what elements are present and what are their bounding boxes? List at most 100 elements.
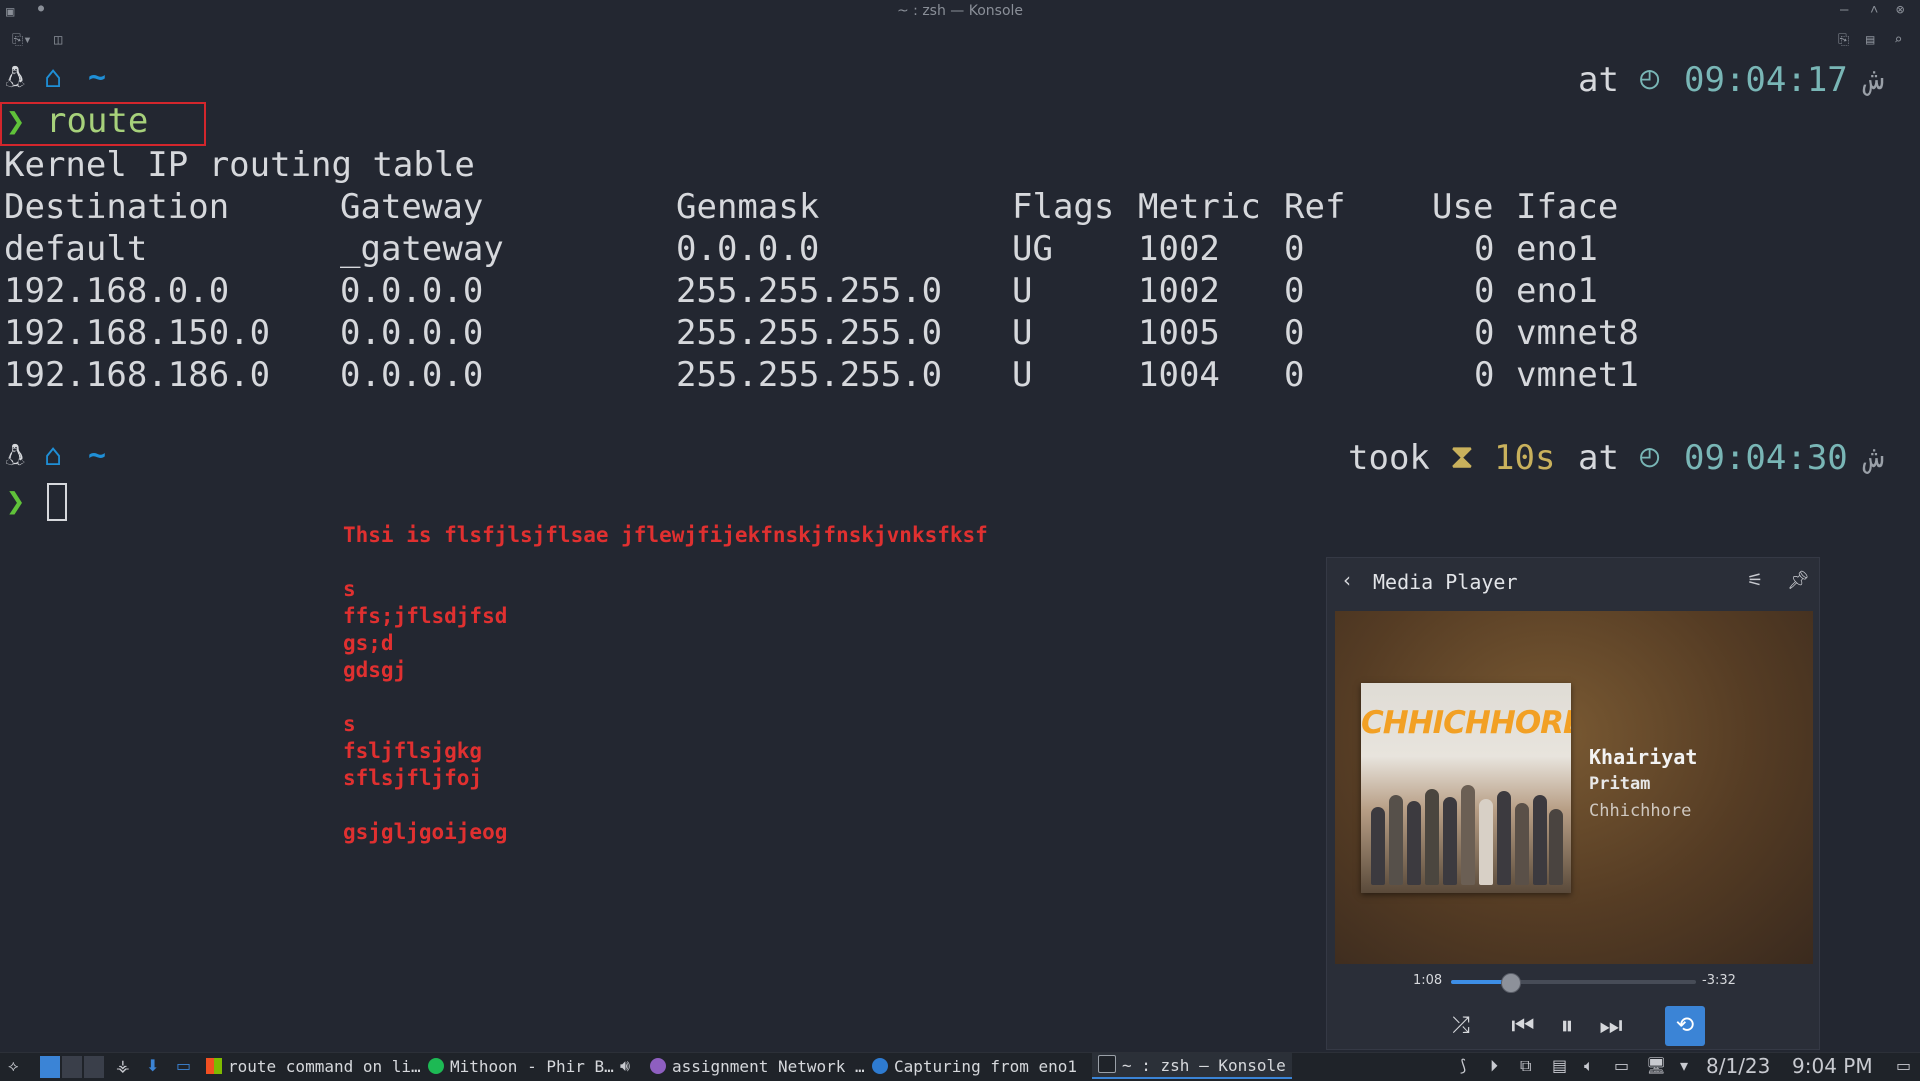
media-player-popup: ‹ Media Player ⚟ 📌︎ CHHICHHORE Khairiyat… xyxy=(1326,557,1820,1050)
header-use: Use xyxy=(1432,187,1494,227)
annotation-line: gs;d xyxy=(343,631,394,655)
annotation-line: s xyxy=(343,577,356,601)
header-destination: Destination xyxy=(4,187,230,227)
network-tool-icon[interactable]: ⚶ xyxy=(116,1056,130,1075)
show-desktop-icon[interactable]: ▭ xyxy=(1896,1056,1911,1075)
task-label: assignment Network … xyxy=(672,1057,865,1076)
cell-use: 0 xyxy=(1474,271,1495,311)
task-label: Mithoon - Phir B… xyxy=(450,1057,614,1076)
task-label: Capturing from eno1 xyxy=(894,1057,1078,1076)
copy-icon[interactable]: ⎘ xyxy=(1838,32,1849,48)
prompt-dir: ~ xyxy=(88,60,107,95)
paste-icon[interactable]: ▤ xyxy=(1866,32,1874,48)
cell-flags: U xyxy=(1012,313,1033,353)
virtual-desktop-2[interactable] xyxy=(62,1056,82,1078)
settings-sliders-icon[interactable]: ⚟ xyxy=(1747,570,1763,591)
clipboard-icon[interactable]: ▤ xyxy=(1552,1056,1567,1075)
header-genmask: Genmask xyxy=(676,187,820,227)
annotation-line: Thsi is flsfjlsjflsae jflewjfijekfnskjfn… xyxy=(343,523,988,547)
virtual-desktop-3[interactable] xyxy=(84,1056,104,1078)
split-view-icon[interactable]: ◫ xyxy=(54,32,62,48)
clock-icon: ◴ xyxy=(1640,436,1660,474)
annotation-line: ffs;jflsdjfsd xyxy=(343,604,508,628)
volume-icon[interactable]: 🔈︎ xyxy=(1584,1056,1594,1076)
repeat-icon[interactable]: ⟲ xyxy=(1665,1006,1705,1046)
task-item-assignment[interactable]: assignment Network … xyxy=(650,1057,865,1076)
seek-bar[interactable] xyxy=(1451,973,1696,993)
home-icon: ⌂ xyxy=(44,438,63,473)
task-item-konsole[interactable]: ~ : zsh — Konsole xyxy=(1092,1053,1292,1079)
seek-handle[interactable] xyxy=(1500,973,1521,993)
window-title: ~ : zsh — Konsole xyxy=(896,3,1024,19)
header-ref: Ref xyxy=(1284,187,1346,227)
shuffle-icon[interactable]: ⤮ xyxy=(1443,1008,1479,1044)
cell-use: 0 xyxy=(1474,313,1495,353)
windows-icon xyxy=(206,1058,222,1074)
cell-genmask: 255.255.255.0 xyxy=(676,355,943,395)
prompt-suffix: ش xyxy=(1866,440,1885,475)
app-launcher-icon[interactable]: ⟡ xyxy=(8,1056,19,1076)
cell-metric: 1002 xyxy=(1138,271,1220,311)
audio-playing-icon[interactable]: 🔊︎ xyxy=(620,1056,630,1076)
screenshot-icon[interactable]: ⧉ xyxy=(1520,1056,1531,1076)
task-item-wireshark[interactable]: Capturing from eno1 xyxy=(872,1057,1077,1076)
next-track-icon[interactable]: ⏭ xyxy=(1593,1008,1629,1044)
taskbar: ⟡ ⚶ ⬇ ▭ route command on li… Mithoon - P… xyxy=(0,1052,1920,1081)
cell-iface: eno1 xyxy=(1516,271,1598,311)
home-icon: ⌂ xyxy=(44,60,63,95)
search-icon[interactable]: ⌕ xyxy=(1894,32,1902,48)
clock[interactable]: 9:04 PM xyxy=(1792,1054,1873,1078)
back-chevron-icon[interactable]: ‹ xyxy=(1343,568,1351,592)
prompt-time: 09:04:17 xyxy=(1684,60,1848,100)
pin-icon[interactable]: 📌︎ xyxy=(1787,570,1810,591)
prompt-time: 09:04:30 xyxy=(1684,438,1848,478)
album-cover[interactable]: CHHICHHORE xyxy=(1361,683,1571,893)
cell-use: 0 xyxy=(1474,229,1495,269)
cell-iface: vmnet1 xyxy=(1516,355,1639,395)
media-player-title: Media Player xyxy=(1373,570,1518,594)
download-icon[interactable]: ⬇ xyxy=(146,1056,159,1075)
prompt-duration: 10s xyxy=(1494,438,1556,478)
media-tray-icon[interactable]: ⏵ xyxy=(1490,1056,1498,1076)
network-icon[interactable]: 🖥︎ xyxy=(1646,1056,1666,1075)
date[interactable]: 8/1/23 xyxy=(1706,1054,1770,1078)
minimize-icon[interactable]: – xyxy=(1840,2,1848,18)
previous-track-icon[interactable]: ⏮ xyxy=(1505,1008,1541,1044)
cell-genmask: 0.0.0.0 xyxy=(676,229,820,269)
pause-icon[interactable]: ⏸ xyxy=(1549,1008,1585,1044)
virtual-desktop-1[interactable] xyxy=(40,1056,60,1078)
cell-gateway: 0.0.0.0 xyxy=(340,355,484,395)
annotation-line: gsjgljgoijeog xyxy=(343,820,508,844)
cell-destination: default xyxy=(4,229,148,269)
linux-penguin-icon: 🐧︎ xyxy=(6,438,25,473)
terminal-icon xyxy=(1098,1055,1116,1073)
file-manager-icon[interactable]: ▭ xyxy=(176,1056,191,1075)
task-label: route command on li… xyxy=(228,1057,421,1076)
cell-metric: 1002 xyxy=(1138,229,1220,269)
cell-gateway: _gateway xyxy=(340,229,504,269)
wireshark-icon xyxy=(872,1058,888,1074)
cell-ref: 0 xyxy=(1284,229,1305,269)
hourglass-icon: ⧗ xyxy=(1450,437,1474,477)
task-item-browser[interactable]: route command on li… xyxy=(206,1057,421,1076)
cell-gateway: 0.0.0.0 xyxy=(340,313,484,353)
cell-metric: 1005 xyxy=(1138,313,1220,353)
track-title: Khairiyat xyxy=(1589,745,1698,769)
cell-iface: eno1 xyxy=(1516,229,1598,269)
terminal-cursor[interactable] xyxy=(47,483,67,521)
close-icon[interactable]: ⊗ xyxy=(1896,2,1904,18)
header-metric: Metric xyxy=(1138,187,1261,227)
remaining-time: -3:32 xyxy=(1702,973,1736,988)
browser-icon xyxy=(650,1058,666,1074)
hyprland-icon[interactable]: ⟆ xyxy=(1460,1056,1466,1075)
task-item-spotify[interactable]: Mithoon - Phir B… xyxy=(428,1057,614,1076)
maximize-icon[interactable]: ˄ xyxy=(1870,2,1878,19)
new-tab-icon[interactable]: ⎘▾ xyxy=(12,32,32,48)
header-iface: Iface xyxy=(1516,187,1619,227)
cell-flags: U xyxy=(1012,271,1033,311)
command-text: route xyxy=(46,101,149,141)
tray-expand-icon[interactable]: ▾ xyxy=(1680,1056,1688,1075)
battery-icon[interactable]: ▭ xyxy=(1614,1056,1629,1075)
album-art-background: CHHICHHORE Khairiyat Pritam Chhichhore xyxy=(1335,611,1813,964)
track-album: Chhichhore xyxy=(1589,801,1692,821)
